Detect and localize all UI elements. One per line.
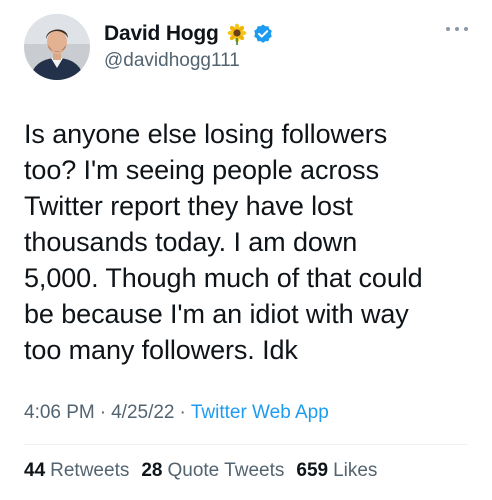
author-display-name[interactable]: David Hogg	[104, 22, 219, 46]
quote-tweets-label: Quote Tweets	[167, 460, 285, 481]
tweet-source-link[interactable]: Twitter Web App	[191, 402, 329, 424]
retweets-count: 44	[24, 460, 46, 481]
quote-tweets-count: 28	[141, 460, 163, 481]
tweet-metadata: 4:06 PM · 4/25/22 · Twitter Web App	[24, 402, 329, 424]
meta-separator: ·	[179, 402, 186, 423]
quote-tweets-stat[interactable]: 28 Quote Tweets	[141, 460, 284, 482]
more-dot-icon	[446, 27, 450, 31]
engagement-stats: 44 Retweets 28 Quote Tweets 659 Likes	[24, 460, 389, 482]
retweets-stat[interactable]: 44 Retweets	[24, 460, 129, 482]
retweets-label: Retweets	[50, 460, 130, 481]
sunflower-icon	[226, 23, 248, 45]
verified-badge-icon[interactable]	[252, 23, 274, 45]
author-handle[interactable]: @davidhogg111	[104, 50, 240, 72]
author-name-row: David Hogg	[104, 20, 274, 48]
avatar-image	[24, 14, 90, 80]
likes-count: 659	[296, 460, 329, 481]
meta-separator: ·	[99, 402, 107, 423]
tweet-text: Is anyone else losing followers too? I'm…	[24, 119, 423, 365]
more-dot-icon	[464, 27, 468, 31]
more-options-button[interactable]	[446, 24, 468, 34]
avatar[interactable]	[24, 14, 90, 80]
divider	[24, 444, 468, 445]
more-dot-icon	[455, 27, 459, 31]
likes-stat[interactable]: 659 Likes	[296, 460, 377, 482]
tweet-time[interactable]: 4:06 PM	[24, 402, 95, 424]
tweet-card: David Hogg @davidhogg111 Is anyone else …	[0, 0, 492, 500]
tweet-date[interactable]: 4/25/22	[111, 402, 174, 424]
likes-label: Likes	[333, 460, 378, 481]
